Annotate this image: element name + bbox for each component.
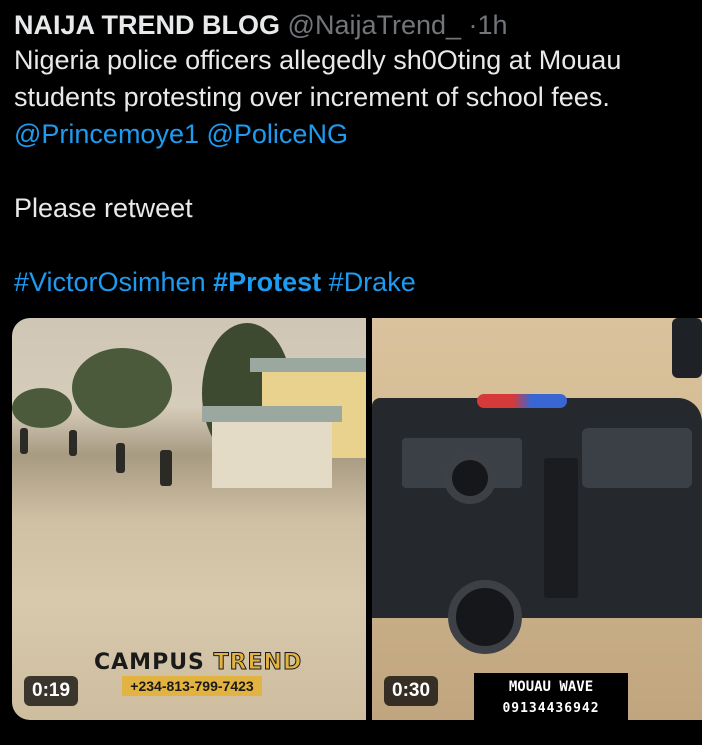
retweet-request: Please retweet	[14, 193, 193, 223]
author-handle[interactable]: @NaijaTrend_	[288, 10, 461, 40]
separator-dot: ·	[468, 10, 478, 40]
tweet-header: NAIJA TREND BLOG @NaijaTrend_ ·1h	[14, 8, 694, 42]
action-bar-partial	[0, 728, 702, 745]
roof-image	[250, 358, 366, 372]
video-duration-badge-1: 0:19	[24, 676, 79, 706]
hashtag-protest[interactable]: #Protest	[213, 267, 321, 297]
campus-trend-phone: +234-813-799-7423	[122, 676, 262, 696]
tweet-text: Nigeria police officers allegedly sh0Oti…	[14, 42, 694, 301]
video-duration-badge-2: 0:30	[384, 676, 439, 706]
tweet[interactable]: NAIJA TREND BLOG @NaijaTrend_ ·1h Nigeri…	[14, 8, 694, 301]
mentions-line: @Princemoye1 @PoliceNG	[14, 116, 694, 153]
wheel-image	[444, 452, 496, 504]
mention-princemoye1[interactable]: @Princemoye1	[14, 119, 199, 149]
hashtags-line: #VictorOsimhen #Protest #Drake	[14, 264, 694, 301]
mouau-wave-title: MOUAU WAVE	[508, 679, 594, 695]
person-figure	[160, 450, 172, 486]
hashtag-victorosimhen[interactable]: #VictorOsimhen	[14, 267, 206, 297]
tree-image	[72, 348, 172, 428]
author-name[interactable]: NAIJA TREND BLOG	[14, 10, 280, 40]
trend-word: TREND	[213, 650, 303, 676]
person-figure	[20, 428, 28, 454]
video-thumbnail-1[interactable]: CAMPUS TREND +234-813-799-7423 0:19	[12, 318, 366, 720]
roof-image	[202, 406, 342, 422]
mouau-wave-phone: 09134436942	[502, 701, 600, 716]
campus-trend-title: CAMPUS TREND	[94, 650, 302, 676]
mention-policeng[interactable]: @PoliceNG	[207, 119, 348, 149]
campus-word: CAMPUS	[94, 650, 205, 675]
campus-trend-watermark: CAMPUS TREND +234-813-799-7423	[94, 650, 302, 704]
tree-image	[12, 388, 72, 428]
mouau-wave-watermark: MOUAU WAVE 09134436942	[474, 673, 628, 720]
person-figure	[116, 443, 125, 473]
police-lightbar-image	[477, 394, 567, 408]
tweet-text-line-1: Nigeria police officers allegedly sh0Oti…	[14, 45, 622, 75]
tweet-time[interactable]: 1h	[478, 10, 508, 40]
tweet-text-line-2: students protesting over increment of sc…	[14, 82, 610, 112]
media-grid: CAMPUS TREND +234-813-799-7423 0:19 0:30…	[12, 318, 702, 720]
building-image	[212, 418, 332, 488]
wheel-image	[448, 580, 522, 654]
hashtag-drake[interactable]: #Drake	[329, 267, 416, 297]
video-thumbnail-2[interactable]: 0:30 MOUAU WAVE 09134436942	[372, 318, 702, 720]
officer-figure	[544, 458, 578, 598]
truck-window-image	[582, 428, 692, 488]
person-figure	[69, 430, 77, 456]
vehicle-image	[672, 318, 702, 378]
